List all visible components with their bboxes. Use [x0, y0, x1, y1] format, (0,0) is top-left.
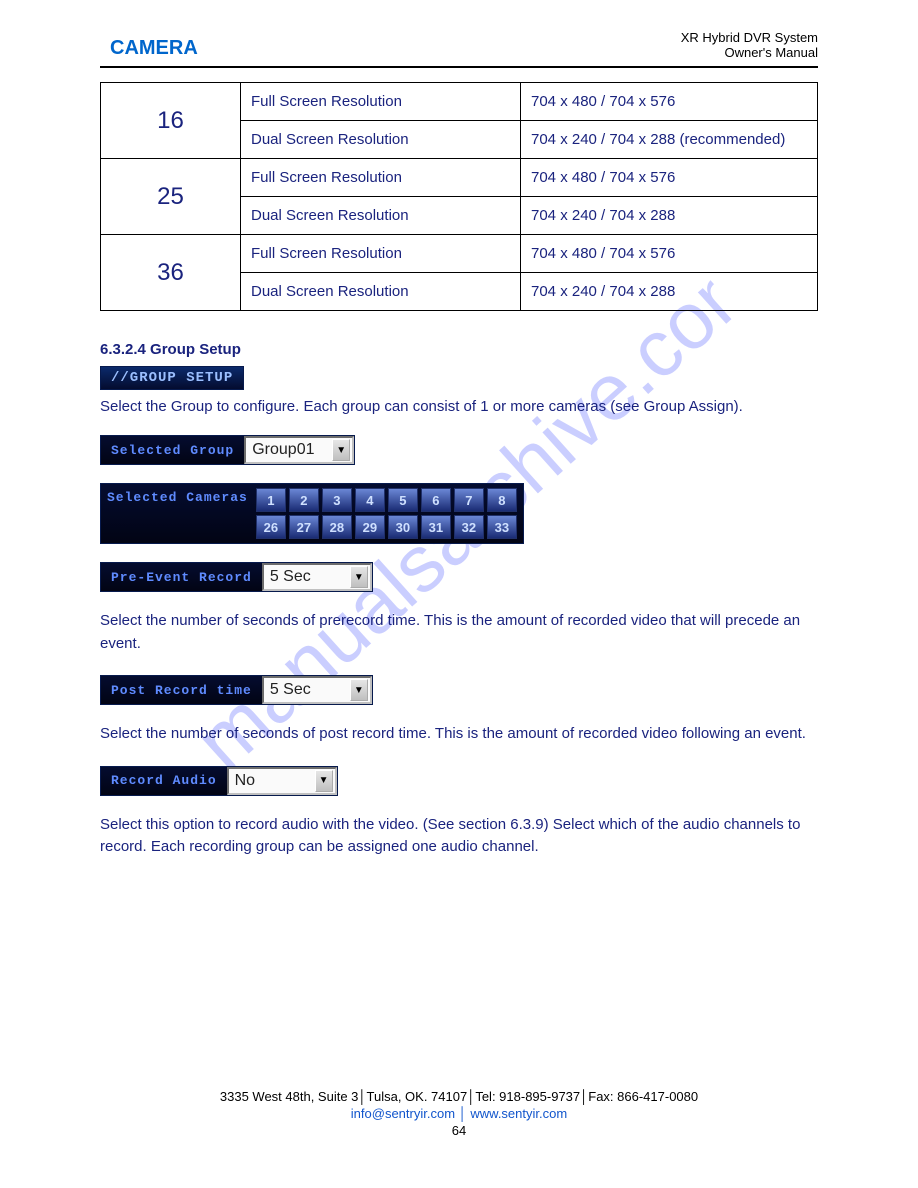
- post-record-time-dropdown[interactable]: 5 Sec ▼: [262, 676, 372, 704]
- record-audio-field: Record Audio No ▼: [100, 766, 338, 796]
- doc-name: XR Hybrid DVR System: [681, 30, 818, 45]
- camera-cell[interactable]: 5: [388, 488, 418, 512]
- cell-camera-count: 16: [101, 83, 241, 159]
- footer-links: info@sentryir.com │ www.sentyir.com: [0, 1106, 918, 1121]
- cell-res: 704 x 480 / 704 x 576: [521, 83, 818, 121]
- cell-camera-count: 36: [101, 235, 241, 311]
- camera-cell[interactable]: 28: [322, 515, 352, 539]
- chevron-down-icon[interactable]: ▼: [350, 566, 368, 588]
- camera-cell[interactable]: 31: [421, 515, 451, 539]
- group-setup-desc: Select the Group to configure. Each grou…: [100, 396, 818, 417]
- table-row: 16 Full Screen Resolution 704 x 480 / 70…: [101, 83, 818, 121]
- camera-row: 26 27 28 29 30 31 32 33: [256, 515, 517, 539]
- camera-cell[interactable]: 4: [355, 488, 385, 512]
- camera-cell[interactable]: 8: [487, 488, 517, 512]
- selected-cameras-block: Selected Cameras 1 2 3 4 5 6 7 8: [100, 483, 524, 544]
- camera-cell[interactable]: 30: [388, 515, 418, 539]
- camera-cell[interactable]: 6: [421, 488, 451, 512]
- camera-cell[interactable]: 26: [256, 515, 286, 539]
- camera-cell[interactable]: 32: [454, 515, 484, 539]
- post-record-time-value: 5 Sec: [270, 681, 346, 699]
- cell-res: 704 x 480 / 704 x 576: [521, 159, 818, 197]
- post-record-time-field: Post Record time 5 Sec ▼: [100, 675, 373, 705]
- resolution-table: 16 Full Screen Resolution 704 x 480 / 70…: [100, 82, 818, 311]
- record-audio-label: Record Audio: [101, 767, 227, 795]
- camera-cell[interactable]: 1: [256, 488, 286, 512]
- footer-page-number: 64: [0, 1123, 918, 1138]
- selected-group-dropdown[interactable]: Group01 ▼: [244, 436, 354, 464]
- pre-event-record-label: Pre-Event Record: [101, 563, 262, 591]
- camera-cell[interactable]: 27: [289, 515, 319, 539]
- chevron-down-icon[interactable]: ▼: [332, 439, 350, 461]
- cell-res: 704 x 480 / 704 x 576: [521, 235, 818, 273]
- chevron-down-icon[interactable]: ▼: [315, 770, 333, 792]
- pre-event-record-value: 5 Sec: [270, 568, 346, 586]
- cell-mode: Dual Screen Resolution: [241, 121, 521, 159]
- table-row: 25 Full Screen Resolution 704 x 480 / 70…: [101, 159, 818, 197]
- record-audio-value: No: [235, 772, 311, 790]
- camera-cell[interactable]: 7: [454, 488, 484, 512]
- selected-group-label: Selected Group: [101, 436, 244, 464]
- post-record-time-desc: Select the number of seconds of post rec…: [100, 723, 818, 746]
- section-header: CAMERA: [110, 37, 198, 60]
- camera-cell[interactable]: 3: [322, 488, 352, 512]
- cell-mode: Full Screen Resolution: [241, 83, 521, 121]
- footer-contact: 3335 West 48th, Suite 3│Tulsa, OK. 74107…: [0, 1089, 918, 1104]
- record-audio-desc: Select this option to record audio with …: [100, 814, 818, 859]
- page-header: CAMERA XR Hybrid DVR System Owner's Manu…: [100, 30, 818, 60]
- record-audio-dropdown[interactable]: No ▼: [227, 767, 337, 795]
- header-rule: [100, 66, 818, 68]
- doc-owner: Owner's Manual: [681, 45, 818, 60]
- selected-group-value: Group01: [252, 441, 328, 459]
- cell-mode: Dual Screen Resolution: [241, 273, 521, 311]
- page-footer: 3335 West 48th, Suite 3│Tulsa, OK. 74107…: [0, 1089, 918, 1138]
- cell-mode: Dual Screen Resolution: [241, 197, 521, 235]
- cell-camera-count: 25: [101, 159, 241, 235]
- selected-group-field: Selected Group Group01 ▼: [100, 435, 355, 465]
- post-record-time-label: Post Record time: [101, 676, 262, 704]
- pre-event-record-dropdown[interactable]: 5 Sec ▼: [262, 563, 372, 591]
- cell-res: 704 x 240 / 704 x 288: [521, 273, 818, 311]
- camera-cell[interactable]: 29: [355, 515, 385, 539]
- subsection-title: 6.3.2.4 Group Setup: [100, 341, 818, 358]
- table-row: 36 Full Screen Resolution 704 x 480 / 70…: [101, 235, 818, 273]
- camera-row: 1 2 3 4 5 6 7 8: [256, 488, 517, 512]
- pre-event-record-field: Pre-Event Record 5 Sec ▼: [100, 562, 373, 592]
- camera-cell[interactable]: 33: [487, 515, 517, 539]
- cell-res: 704 x 240 / 704 x 288 (recommended): [521, 121, 818, 159]
- cell-mode: Full Screen Resolution: [241, 159, 521, 197]
- camera-cell[interactable]: 2: [289, 488, 319, 512]
- chevron-down-icon[interactable]: ▼: [350, 679, 368, 701]
- cell-res: 704 x 240 / 704 x 288: [521, 197, 818, 235]
- cell-mode: Full Screen Resolution: [241, 235, 521, 273]
- selected-cameras-label: Selected Cameras: [107, 488, 248, 505]
- pre-event-record-desc: Select the number of seconds of prerecor…: [100, 610, 818, 655]
- doc-title-block: XR Hybrid DVR System Owner's Manual: [681, 30, 818, 60]
- group-setup-banner: //GROUP SETUP: [100, 366, 818, 390]
